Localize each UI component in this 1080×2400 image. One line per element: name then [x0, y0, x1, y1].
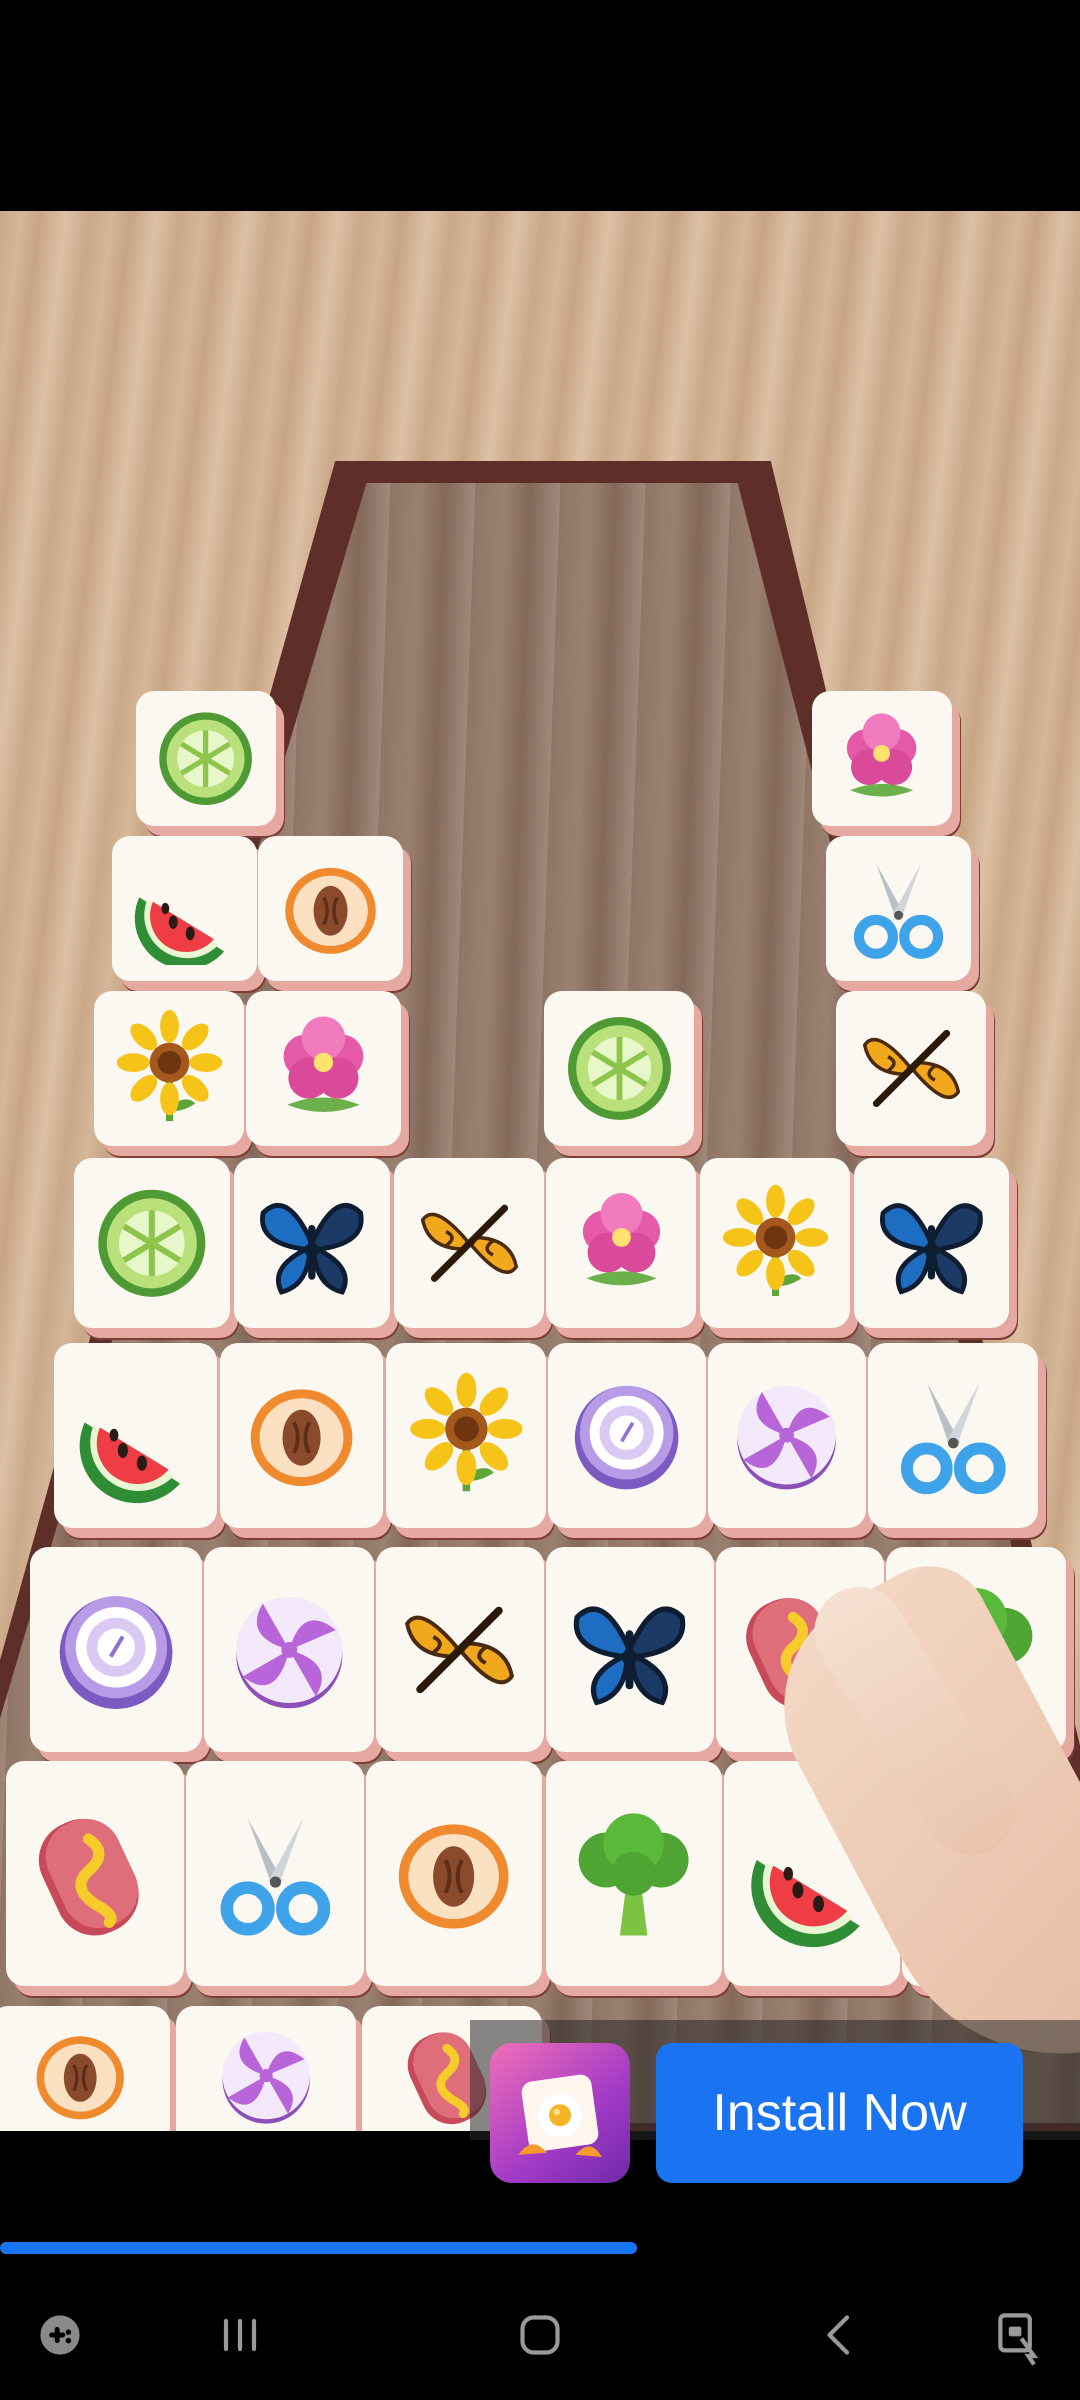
tile-candy[interactable]: [708, 1343, 866, 1528]
tile-peach[interactable]: [258, 836, 403, 981]
tile-moth[interactable]: [836, 991, 986, 1146]
tile-watermelon[interactable]: [112, 836, 257, 981]
tile-flower[interactable]: [246, 991, 401, 1146]
tile-flower[interactable]: [812, 691, 952, 826]
tile-flower[interactable]: [546, 1158, 696, 1328]
tile-candy[interactable]: [204, 1547, 374, 1752]
tile-sunflower[interactable]: [700, 1158, 850, 1328]
tile-peach[interactable]: [220, 1343, 383, 1528]
tile-scissors[interactable]: [868, 1343, 1038, 1528]
tile-lime[interactable]: [74, 1158, 230, 1328]
tile-peach[interactable]: [366, 1761, 542, 1986]
tile-butterfly[interactable]: [234, 1158, 390, 1328]
ad-video-player[interactable]: [0, 211, 1080, 2131]
home-icon[interactable]: [500, 2295, 580, 2375]
tile-moth[interactable]: [394, 1158, 544, 1328]
tile-sunflower[interactable]: [94, 991, 244, 1146]
video-progress-fill: [0, 2242, 638, 2254]
tile-game-app-icon[interactable]: [490, 2043, 630, 2183]
screen-lock-icon[interactable]: [980, 2295, 1060, 2375]
back-icon[interactable]: [800, 2295, 880, 2375]
tile-lime[interactable]: [136, 691, 276, 826]
game-tools-icon[interactable]: [20, 2295, 100, 2375]
tile-onion[interactable]: [30, 1547, 202, 1752]
tile-sunflower[interactable]: [386, 1343, 546, 1528]
tile-candy[interactable]: [176, 2006, 356, 2131]
tile-onion[interactable]: [548, 1343, 706, 1528]
install-now-button[interactable]: Install Now: [656, 2043, 1023, 2183]
tile-peach[interactable]: [0, 2006, 170, 2131]
tile-scissors[interactable]: [186, 1761, 364, 1986]
tile-scissors[interactable]: [826, 836, 971, 981]
tile-sausage[interactable]: [6, 1761, 184, 1986]
tile-broccoli[interactable]: [546, 1761, 722, 1986]
recent-apps-icon[interactable]: [200, 2295, 280, 2375]
tile-butterfly[interactable]: [854, 1158, 1009, 1328]
status-area: [0, 0, 1080, 211]
tile-moth[interactable]: [376, 1547, 544, 1752]
tile-butterfly[interactable]: [546, 1547, 714, 1752]
tile-lime[interactable]: [544, 991, 694, 1146]
tile-watermelon[interactable]: [54, 1343, 217, 1528]
